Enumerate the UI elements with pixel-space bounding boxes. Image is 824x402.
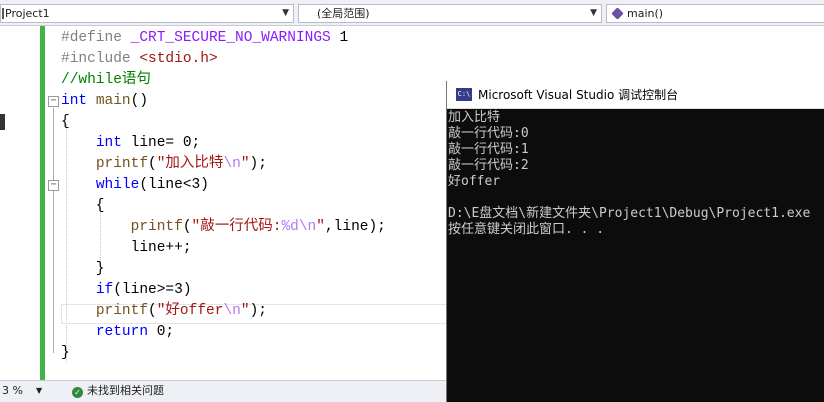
code-token: } — [61, 345, 70, 361]
code-token: \n — [223, 303, 241, 319]
code-token: return — [95, 324, 149, 340]
editor-margin — [0, 26, 40, 380]
code-token: ( — [182, 219, 192, 235]
margin-marker — [0, 114, 5, 130]
issues-indicator[interactable]: ✓ 未找到相关问题 — [72, 381, 164, 401]
change-tracking-bar — [40, 26, 45, 380]
project-dropdown[interactable]: Project1 ▼ — [0, 4, 294, 23]
code-token: main — [95, 93, 131, 109]
code-token: " — [240, 303, 250, 319]
code-token: printf — [130, 219, 183, 235]
console-output: 加入比特 敲一行代码:0 敲一行代码:1 敲一行代码:2 好offer D:\E盘文档\新… — [447, 109, 824, 402]
code-line[interactable]: } — [61, 343, 70, 364]
code-line[interactable]: int line= 0; — [61, 133, 200, 154]
code-token: " — [316, 219, 325, 235]
code-line[interactable]: { — [61, 196, 105, 217]
code-token: "加入比特 — [156, 156, 224, 172]
code-line[interactable]: if(line>=3) — [61, 280, 192, 301]
console-line: 好offer — [448, 174, 501, 189]
fold-line — [53, 192, 54, 272]
code-token: printf — [95, 303, 149, 319]
console-line: 敲一行代码:2 — [448, 158, 529, 173]
fold-collapse-icon[interactable]: − — [48, 180, 59, 191]
code-token: (line>=3) — [113, 282, 192, 298]
member-dropdown[interactable]: main() — [606, 4, 824, 23]
issues-text: 未找到相关问题 — [87, 384, 164, 397]
code-token: "好offer — [156, 303, 224, 319]
code-token: (line<3) — [139, 177, 209, 193]
code-line[interactable]: printf("好offer\n"); — [61, 301, 267, 322]
chevron-down-icon: ▼ — [282, 8, 289, 18]
member-name: main() — [627, 7, 664, 20]
code-token: 0; — [148, 324, 175, 340]
code-token: ,line); — [324, 219, 386, 235]
code-line[interactable]: return 0; — [61, 322, 174, 343]
code-token: while — [95, 177, 140, 193]
code-token: printf — [95, 156, 149, 172]
code-line[interactable]: #define _CRT_SECURE_NO_WARNINGS 1 — [61, 28, 348, 49]
console-line: D:\E盘文档\新建文件夹\Project1\Debug\Project1.ex… — [448, 206, 811, 221]
console-line: 敲一行代码:0 — [448, 126, 529, 141]
code-token: line= 0; — [121, 135, 201, 151]
code-token: " — [240, 156, 250, 172]
code-token: "敲一行代码: — [191, 219, 282, 235]
code-line[interactable]: //while语句 — [61, 70, 151, 91]
chevron-down-icon: ▼ — [36, 386, 43, 395]
chevron-down-icon: ▼ — [590, 8, 597, 18]
code-token: 1 — [330, 30, 349, 46]
fold-collapse-icon[interactable]: − — [48, 96, 59, 107]
scope-name: (全局范围) — [317, 7, 370, 20]
scope-dropdown[interactable]: (全局范围) ▼ — [298, 4, 602, 23]
console-line: 按任意键关闭此窗口. . . — [448, 222, 605, 237]
code-token: int — [61, 93, 88, 109]
check-icon: ✓ — [72, 387, 83, 398]
code-token: ( — [148, 156, 157, 172]
code-token: #define — [61, 30, 131, 46]
code-token: if — [95, 282, 114, 298]
zoom-level: 3 % — [2, 384, 23, 397]
code-line[interactable]: int main() — [61, 91, 148, 112]
code-token: } — [61, 261, 105, 277]
project-name: Project1 — [5, 7, 50, 20]
console-line: 加入比特 — [448, 110, 501, 125]
console-title-bar[interactable]: C:\ Microsoft Visual Studio 调试控制台 — [447, 81, 824, 109]
console-title: Microsoft Visual Studio 调试控制台 — [478, 88, 679, 102]
code-token: int — [95, 135, 122, 151]
code-token: { — [61, 114, 70, 130]
code-token: { — [61, 198, 105, 214]
code-line[interactable]: printf("加入比特\n"); — [61, 154, 267, 175]
debug-console-window[interactable]: C:\ Microsoft Visual Studio 调试控制台 加入比特 敲一… — [446, 81, 824, 402]
console-app-icon: C:\ — [456, 88, 472, 101]
zoom-dropdown[interactable]: 3 % ▼ — [0, 381, 48, 401]
code-line[interactable]: while(line<3) — [61, 175, 209, 196]
code-line[interactable]: line++; — [61, 238, 192, 259]
code-line[interactable]: printf("敲一行代码:%d\n",line); — [61, 217, 386, 238]
code-token: #include — [61, 51, 140, 67]
code-token: () — [130, 93, 149, 109]
code-token: \n — [223, 156, 241, 172]
code-line[interactable]: #include <stdio.h> — [61, 49, 218, 70]
code-token: _CRT_SECURE_NO_WARNINGS — [130, 30, 331, 46]
code-token: %d\n — [281, 219, 317, 235]
code-token: ( — [148, 303, 157, 319]
function-icon — [611, 7, 624, 20]
code-token: line++; — [61, 240, 192, 256]
code-line[interactable]: { — [61, 112, 70, 133]
code-token: ); — [249, 303, 267, 319]
code-token: ); — [249, 156, 267, 172]
code-line[interactable]: } — [61, 259, 105, 280]
navigation-bar: Project1 ▼ (全局范围) ▼ main() — [0, 0, 824, 26]
console-line: 敲一行代码:1 — [448, 142, 529, 157]
code-token: //while语句 — [61, 72, 151, 88]
code-token: <stdio.h> — [139, 51, 218, 67]
